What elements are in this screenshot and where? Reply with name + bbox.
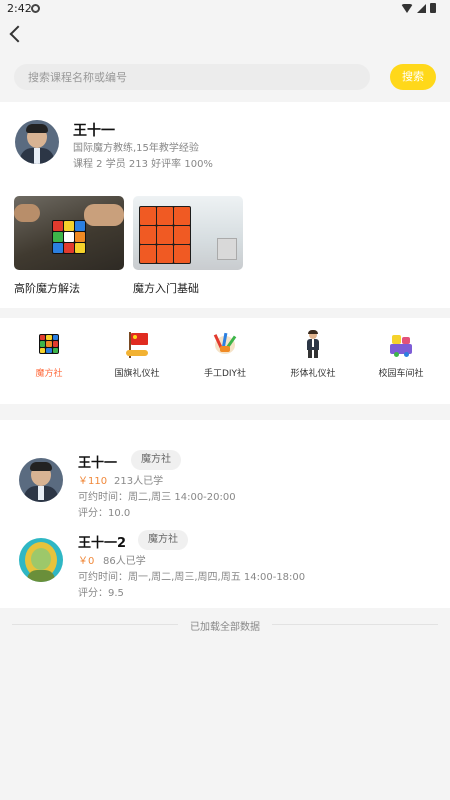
avatar (19, 458, 63, 502)
teacher-avatar (15, 120, 59, 164)
back-arrow-icon[interactable] (9, 25, 27, 43)
teacher-stats: 课程 2 学员 213 好评率 100% (73, 159, 213, 170)
wifi-icon (401, 3, 413, 13)
club-tag: 魔方社 (138, 530, 188, 550)
search-row: 搜索 (0, 56, 450, 96)
club-label: 魔方社 (35, 369, 63, 379)
settings-gear-icon (31, 4, 40, 13)
club-label: 国旗礼仪社 (114, 369, 160, 379)
course-thumbnail (133, 196, 243, 270)
item-score: 评分：9.5 (78, 588, 124, 599)
workshop-icon (387, 330, 415, 358)
avatar (19, 538, 63, 582)
list-item[interactable]: 王十一 魔方社 ￥110 213人已学 可约时间：周二,周三 14:00-20:… (0, 450, 450, 522)
item-learned-count: 86人已学 (103, 556, 146, 567)
club-item-workshop[interactable]: 校园车间社 (356, 330, 446, 379)
club-item-rubiks-cube[interactable]: 魔方社 (4, 330, 94, 379)
signal-icon (417, 3, 426, 13)
club-item-craft[interactable]: 手工DIY社 (180, 330, 270, 379)
teacher-description: 国际魔方教练,15年教学经验 (73, 143, 199, 154)
item-name: 王十一 (78, 456, 118, 471)
course-title: 魔方入门基础 (133, 282, 199, 295)
rubiks-cube-icon (35, 330, 63, 358)
load-complete-footer: 已加载全部数据 (0, 616, 450, 634)
search-input[interactable] (14, 64, 370, 90)
item-available-time: 可约时间：周一,周二,周三,周四,周五 14:00-18:00 (78, 572, 306, 583)
status-bar: 2:42 (0, 0, 450, 18)
top-nav (0, 18, 450, 50)
flag-icon (123, 330, 151, 358)
battery-icon (430, 3, 436, 13)
teacher-list: 王十一 魔方社 ￥110 213人已学 可约时间：周二,周三 14:00-20:… (0, 420, 450, 608)
club-category-bar: 魔方社 国旗礼仪社 手工DIY社 形体礼仪社 校园车间社 (0, 318, 450, 404)
club-item-etiquette[interactable]: 形体礼仪社 (268, 330, 358, 379)
craft-tools-icon (211, 330, 239, 358)
course-thumbnail (14, 196, 124, 270)
club-label: 手工DIY社 (203, 369, 247, 379)
item-name: 王十一2 (78, 536, 127, 551)
club-label: 形体礼仪社 (290, 369, 336, 379)
club-item-flag[interactable]: 国旗礼仪社 (92, 330, 182, 379)
club-label: 校园车间社 (378, 369, 424, 379)
load-complete-text: 已加载全部数据 (190, 622, 260, 633)
item-learned-count: 213人已学 (114, 476, 164, 487)
course-card[interactable]: 魔方入门基础 (133, 196, 243, 296)
course-card[interactable]: 高阶魔方解法 (14, 196, 124, 296)
item-price: ￥0 (78, 556, 95, 567)
club-tag: 魔方社 (131, 450, 181, 470)
course-title: 高阶魔方解法 (14, 282, 80, 295)
item-score: 评分：10.0 (78, 508, 131, 519)
item-available-time: 可约时间：周二,周三 14:00-20:00 (78, 492, 236, 503)
teacher-card[interactable]: 王十一 国际魔方教练,15年教学经验 课程 2 学员 213 好评率 100% … (0, 102, 450, 308)
status-time: 2:42 (7, 2, 32, 15)
item-price: ￥110 (78, 476, 108, 487)
status-indicators (401, 3, 436, 13)
search-button[interactable]: 搜索 (390, 64, 436, 90)
list-item[interactable]: 王十一2 魔方社 ￥0 86人已学 可约时间：周一,周二,周三,周四,周五 14… (0, 530, 450, 602)
teacher-name: 王十一 (73, 123, 115, 139)
person-etiquette-icon (299, 330, 327, 358)
